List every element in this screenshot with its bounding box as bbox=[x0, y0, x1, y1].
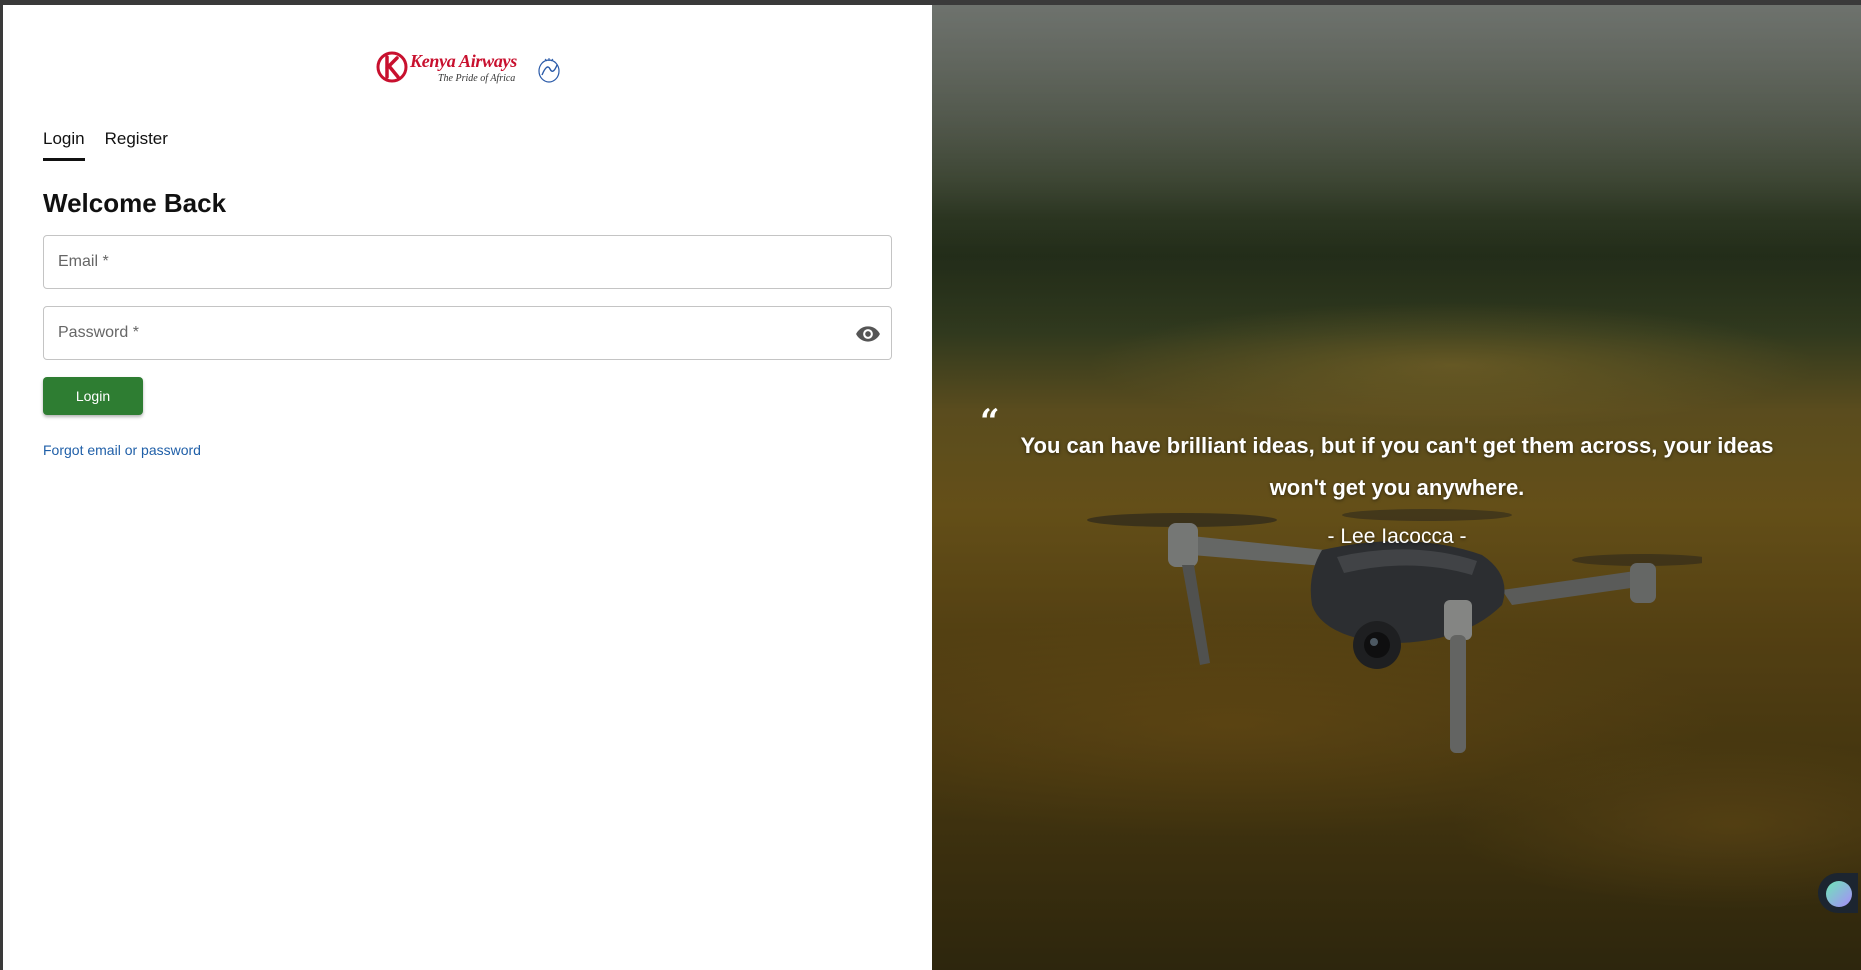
email-field-wrapper bbox=[43, 235, 892, 289]
hero-image-panel: “ You can have brilliant ideas, but if y… bbox=[932, 5, 1861, 970]
auth-tabs: Login Register bbox=[43, 127, 168, 161]
quote-author: - Lee Iacocca - bbox=[1327, 525, 1467, 548]
login-button[interactable]: Login bbox=[43, 377, 143, 415]
kenya-airways-k-icon bbox=[376, 51, 408, 83]
login-panel: Kenya Airways The Pride of Africa Login … bbox=[3, 5, 932, 970]
page-title: Welcome Back bbox=[43, 188, 227, 218]
email-field[interactable] bbox=[44, 236, 891, 288]
logo-brand-name: Kenya Airways bbox=[410, 51, 517, 71]
password-field-wrapper bbox=[43, 306, 892, 360]
chat-widget-icon bbox=[1826, 881, 1852, 907]
password-field[interactable] bbox=[44, 307, 891, 359]
tab-register[interactable]: Register bbox=[105, 127, 168, 161]
forgot-password-link[interactable]: Forgot email or password bbox=[43, 442, 201, 458]
quote-text: You can have brilliant ideas, but if you… bbox=[1020, 433, 1774, 500]
chat-widget-button[interactable] bbox=[1818, 873, 1858, 913]
tab-login[interactable]: Login bbox=[43, 127, 85, 161]
eye-icon[interactable] bbox=[855, 321, 881, 347]
logo-tagline: The Pride of Africa bbox=[438, 73, 516, 84]
kenya-airways-logo: Kenya Airways The Pride of Africa bbox=[376, 45, 566, 90]
skyteam-emblem-icon bbox=[538, 58, 560, 83]
